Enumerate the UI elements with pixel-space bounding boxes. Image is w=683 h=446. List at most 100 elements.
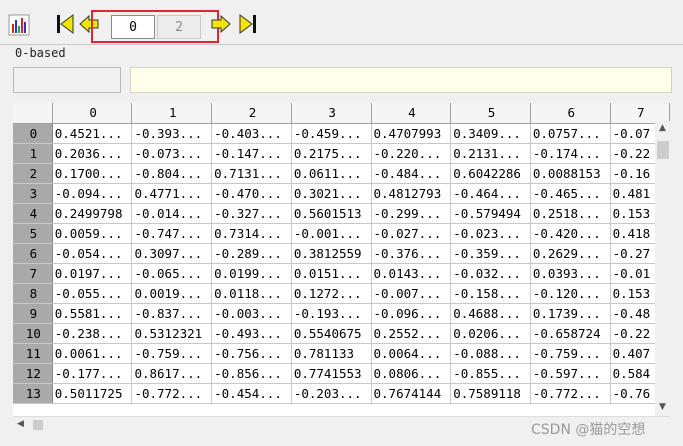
grid-cell[interactable]: -0.120... (530, 283, 611, 304)
grid-cell[interactable]: -0.747... (131, 223, 213, 244)
grid-cell[interactable]: 0.0088153 (530, 163, 611, 184)
grid-cell[interactable]: -0.484... (371, 163, 452, 184)
column-header[interactable]: 7 (610, 103, 670, 124)
grid-cell[interactable]: -0.804... (131, 163, 213, 184)
grid-cell[interactable]: 0.5011725 (52, 383, 133, 404)
scroll-up-icon[interactable]: ▲ (659, 123, 666, 133)
column-header[interactable]: 0 (52, 103, 133, 124)
grid-cell[interactable]: 0.1700... (52, 163, 133, 184)
grid-cell[interactable]: -0.147... (211, 143, 292, 164)
column-header[interactable]: 3 (291, 103, 372, 124)
grid-cell[interactable]: -0.772... (530, 383, 611, 404)
grid-cell[interactable]: 0.5540675 (291, 323, 372, 344)
grid-cell[interactable]: 0.0757... (530, 123, 611, 144)
grid-cell[interactable]: -0.837... (131, 303, 213, 324)
row-header[interactable]: 0 (13, 123, 53, 144)
horizontal-scroll-thumb[interactable] (33, 420, 43, 430)
grid-cell[interactable]: -0.359... (450, 243, 531, 264)
grid-cell[interactable]: 0.3097... (131, 243, 213, 264)
grid-cell[interactable]: -0.459... (291, 123, 372, 144)
data-grid[interactable]: 01234567 0 0.4521... -0.393... -0.403... -0.… (13, 103, 670, 416)
grid-cell[interactable]: 0.0197... (52, 263, 133, 284)
row-header[interactable]: 8 (13, 283, 53, 304)
grid-cell[interactable]: -0.220... (371, 143, 452, 164)
grid-cell[interactable]: -0.759... (131, 343, 213, 364)
grid-cell[interactable]: 0.0061... (52, 343, 133, 364)
grid-cell[interactable]: 0.7314... (211, 223, 292, 244)
grid-cell[interactable]: -0.856... (211, 363, 292, 384)
grid-cell[interactable]: 0.0611... (291, 163, 372, 184)
grid-cell[interactable]: -0.094... (52, 183, 133, 204)
row-header[interactable]: 10 (13, 323, 53, 344)
cell-address-field[interactable] (13, 67, 121, 93)
column-header[interactable]: 1 (131, 103, 213, 124)
cell-value-field[interactable] (130, 67, 672, 93)
grid-cell[interactable]: -0.007... (371, 283, 452, 304)
grid-cell[interactable]: 0.0019... (131, 283, 213, 304)
grid-cell[interactable]: -0.054... (52, 243, 133, 264)
grid-cell[interactable]: 0.0059... (52, 223, 133, 244)
row-header[interactable]: 6 (13, 243, 53, 264)
row-header[interactable]: 12 (13, 363, 53, 384)
row-header[interactable]: 4 (13, 203, 53, 224)
grid-cell[interactable]: -0.470... (211, 183, 292, 204)
grid-cell[interactable]: -0.772... (131, 383, 213, 404)
grid-cell[interactable]: 0.0143... (371, 263, 452, 284)
grid-cell[interactable]: 0.4707993 (371, 123, 452, 144)
row-header[interactable]: 1 (13, 143, 53, 164)
row-header[interactable]: 5 (13, 223, 53, 244)
grid-cell[interactable]: -0.493... (211, 323, 292, 344)
grid-cell[interactable]: 0.5312321 (131, 323, 213, 344)
grid-cell[interactable]: 0.6042286 (450, 163, 531, 184)
grid-cell[interactable]: -0.756... (211, 343, 292, 364)
grid-cell[interactable]: -0.032... (450, 263, 531, 284)
vertical-scrollbar[interactable]: ▲ ▼ (655, 121, 671, 416)
grid-cell[interactable]: 0.0199... (211, 263, 292, 284)
grid-cell[interactable]: -0.001... (291, 223, 372, 244)
grid-cell[interactable]: 0.8617... (131, 363, 213, 384)
grid-cell[interactable]: -0.327... (211, 203, 292, 224)
column-header[interactable]: 2 (211, 103, 292, 124)
grid-cell[interactable]: 0.0393... (530, 263, 611, 284)
grid-cell[interactable]: 0.3812559 (291, 243, 372, 264)
grid-cell[interactable]: 0.0206... (450, 323, 531, 344)
last-page-icon[interactable] (236, 12, 258, 36)
grid-cell[interactable]: -0.454... (211, 383, 292, 404)
grid-cell[interactable]: 0.781133 (291, 343, 372, 364)
grid-cell[interactable]: 0.3409... (450, 123, 531, 144)
grid-cell[interactable]: -0.003... (211, 303, 292, 324)
current-page-input[interactable]: 0 (111, 15, 155, 39)
row-header[interactable]: 2 (13, 163, 53, 184)
grid-cell[interactable]: -0.658724 (530, 323, 611, 344)
grid-cell[interactable]: 0.5581... (52, 303, 133, 324)
grid-cell[interactable]: 0.0806... (371, 363, 452, 384)
bar-chart-icon[interactable] (8, 13, 30, 37)
grid-cell[interactable]: 0.7589118 (450, 383, 531, 404)
grid-cell[interactable]: 0.4812793 (371, 183, 452, 204)
grid-cell[interactable]: -0.203... (291, 383, 372, 404)
scroll-down-icon[interactable]: ▼ (659, 402, 666, 412)
grid-cell[interactable]: 0.7741553 (291, 363, 372, 384)
grid-cell[interactable]: -0.393... (131, 123, 213, 144)
grid-cell[interactable]: 0.4771... (131, 183, 213, 204)
row-header[interactable]: 9 (13, 303, 53, 324)
grid-cell[interactable]: 0.0064... (371, 343, 452, 364)
grid-cell[interactable]: -0.055... (52, 283, 133, 304)
grid-cell[interactable]: -0.158... (450, 283, 531, 304)
first-page-icon[interactable] (55, 12, 77, 36)
grid-cell[interactable]: -0.238... (52, 323, 133, 344)
grid-cell[interactable]: 0.2036... (52, 143, 133, 164)
grid-cell[interactable]: -0.855... (450, 363, 531, 384)
column-header[interactable]: 5 (450, 103, 531, 124)
grid-cell[interactable]: 0.1739... (530, 303, 611, 324)
scroll-left-icon[interactable]: ◀ (17, 419, 24, 429)
row-header[interactable]: 13 (13, 383, 53, 404)
grid-cell[interactable]: -0.403... (211, 123, 292, 144)
grid-cell[interactable]: 0.0151... (291, 263, 372, 284)
grid-cell[interactable]: -0.174... (530, 143, 611, 164)
grid-cell[interactable]: -0.023... (450, 223, 531, 244)
row-header[interactable]: 7 (13, 263, 53, 284)
grid-cell[interactable]: -0.420... (530, 223, 611, 244)
grid-cell[interactable]: -0.088... (450, 343, 531, 364)
grid-cell[interactable]: -0.027... (371, 223, 452, 244)
